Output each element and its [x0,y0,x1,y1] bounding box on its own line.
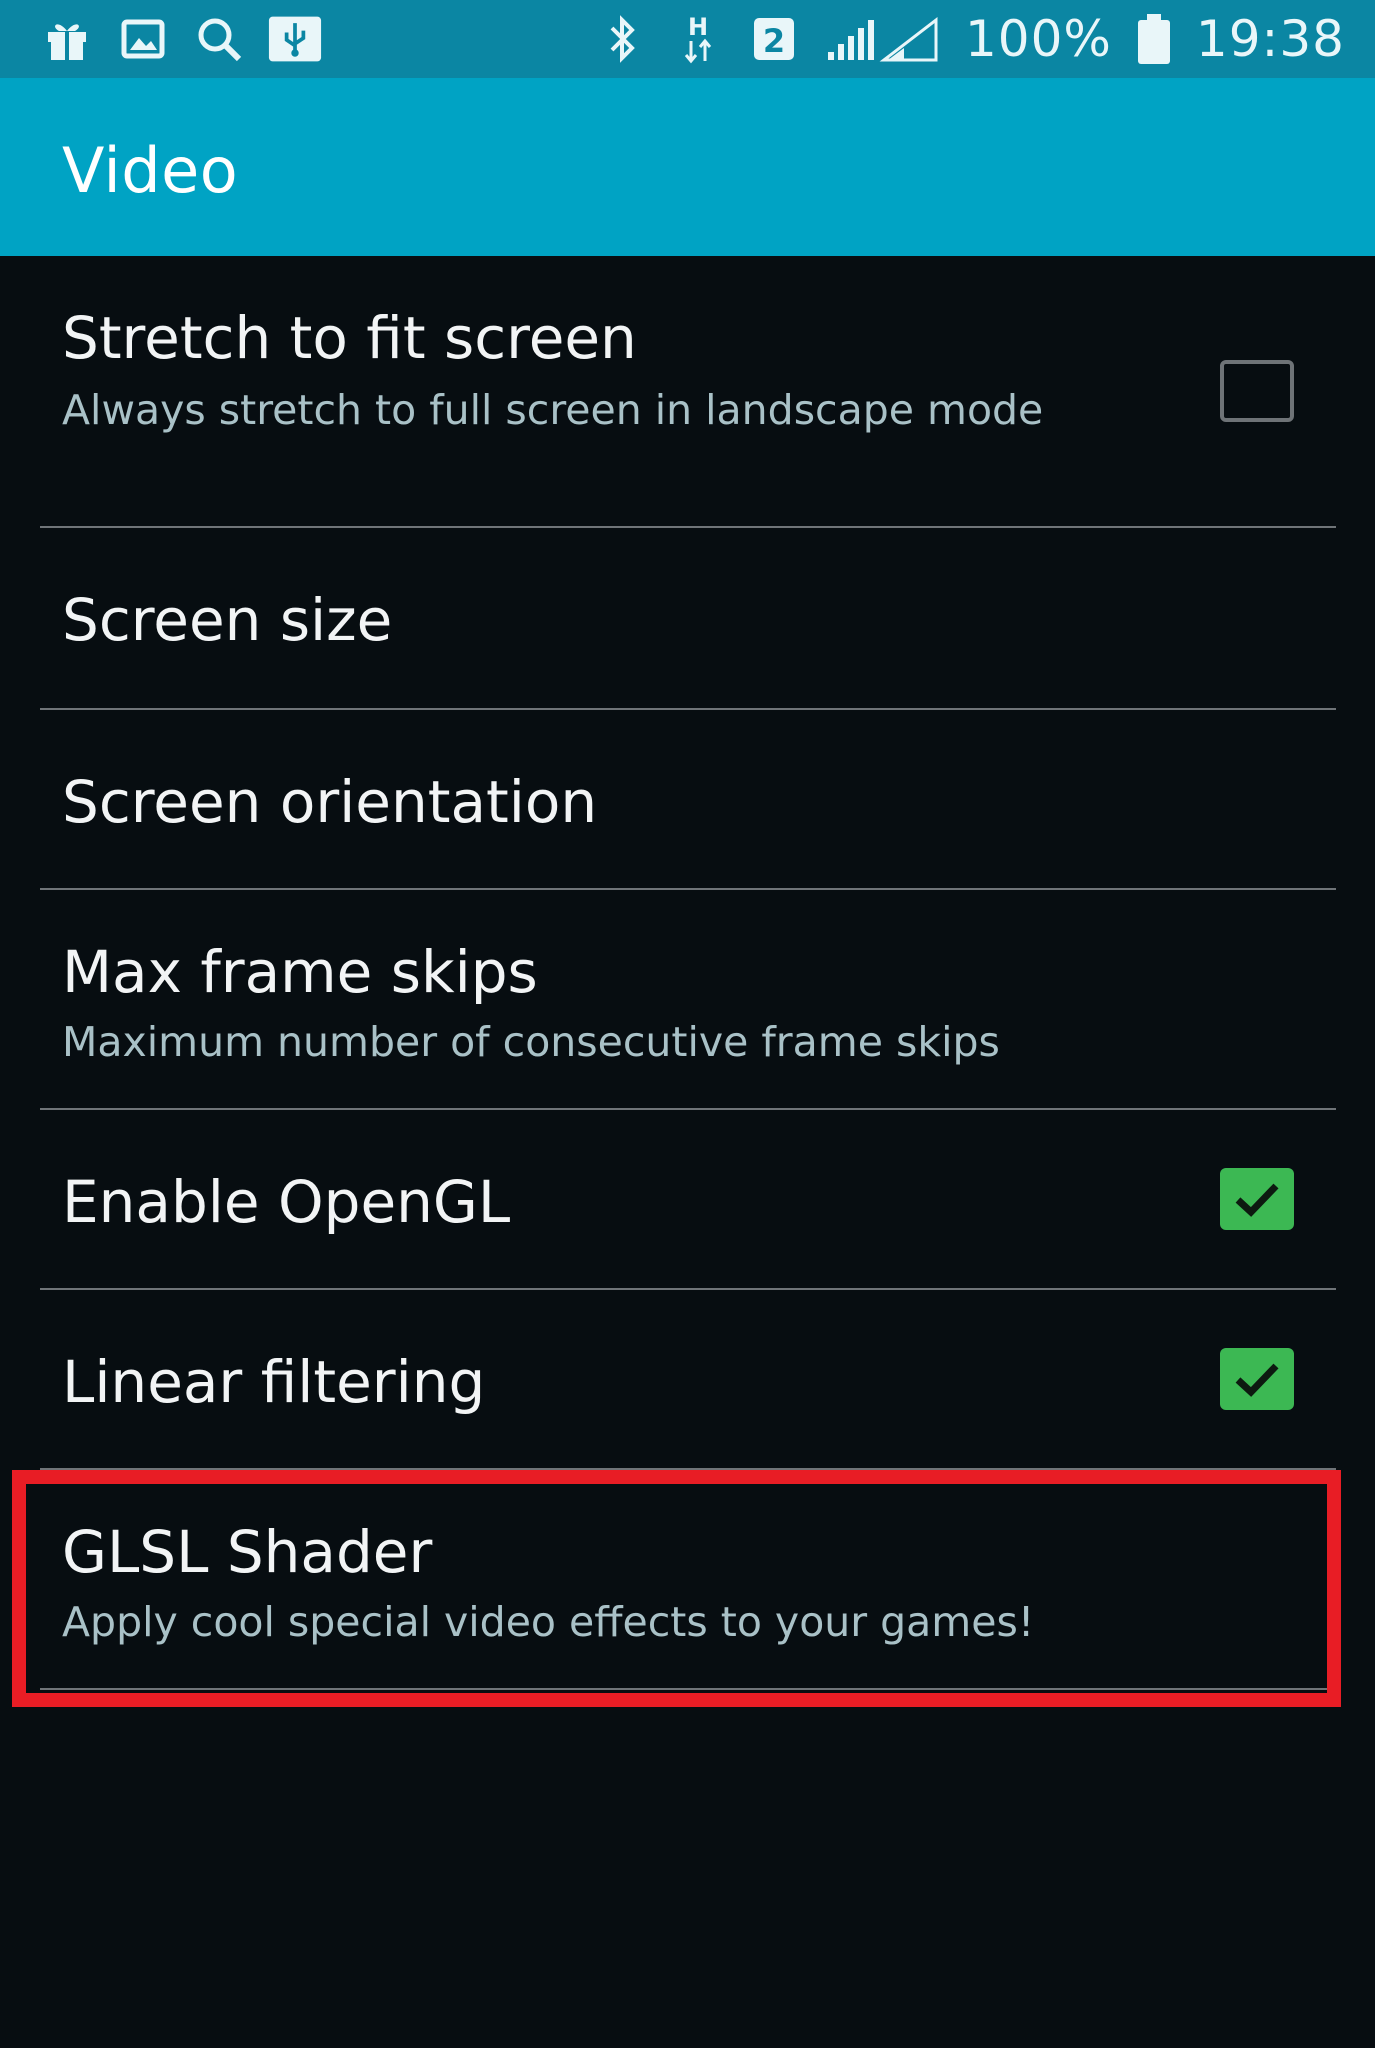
setting-subtitle: Always stretch to full screen in landsca… [62,386,1044,434]
search-icon [192,12,246,66]
setting-screen-orientation[interactable]: Screen orientation [40,710,1336,890]
sim2-icon: 2 [747,12,801,66]
image-icon [116,12,170,66]
setting-title: Screen size [62,586,393,654]
gift-icon [40,12,94,66]
svg-text:H: H [688,13,708,41]
usb-icon [268,12,322,66]
highlight-box [12,1470,1341,1707]
action-bar: Video [0,78,1375,256]
check-icon [1235,1183,1279,1217]
bluetooth-icon [595,12,649,66]
setting-title: Stretch to fit screen [62,304,637,372]
setting-enable-opengl[interactable]: Enable OpenGL [40,1110,1336,1290]
setting-max-frame-skips[interactable]: Max frame skips Maximum number of consec… [40,890,1336,1110]
clock: 19:38 [1195,10,1345,68]
setting-title: Max frame skips [62,938,538,1006]
data-h-icon: H [671,12,725,66]
opengl-checkbox[interactable] [1220,1168,1294,1230]
setting-title: Screen orientation [62,768,598,836]
linear-filtering-checkbox[interactable] [1220,1348,1294,1410]
setting-screen-size[interactable]: Screen size [40,528,1336,710]
signal-icon [823,12,943,66]
setting-title: Enable OpenGL [62,1168,511,1236]
page-title: Video [62,134,239,207]
setting-stretch-to-fit[interactable]: Stretch to fit screen Always stretch to … [40,256,1336,528]
setting-title: Linear filtering [62,1348,486,1416]
battery-percent: 100% [964,10,1112,68]
stretch-checkbox[interactable] [1220,360,1294,422]
battery-icon [1134,12,1174,66]
check-icon [1235,1363,1279,1397]
setting-linear-filtering[interactable]: Linear filtering [40,1290,1336,1470]
status-bar: H 2 100% 19:38 [0,0,1375,78]
setting-subtitle: Maximum number of consecutive frame skip… [62,1018,1000,1066]
svg-text:2: 2 [763,22,785,60]
